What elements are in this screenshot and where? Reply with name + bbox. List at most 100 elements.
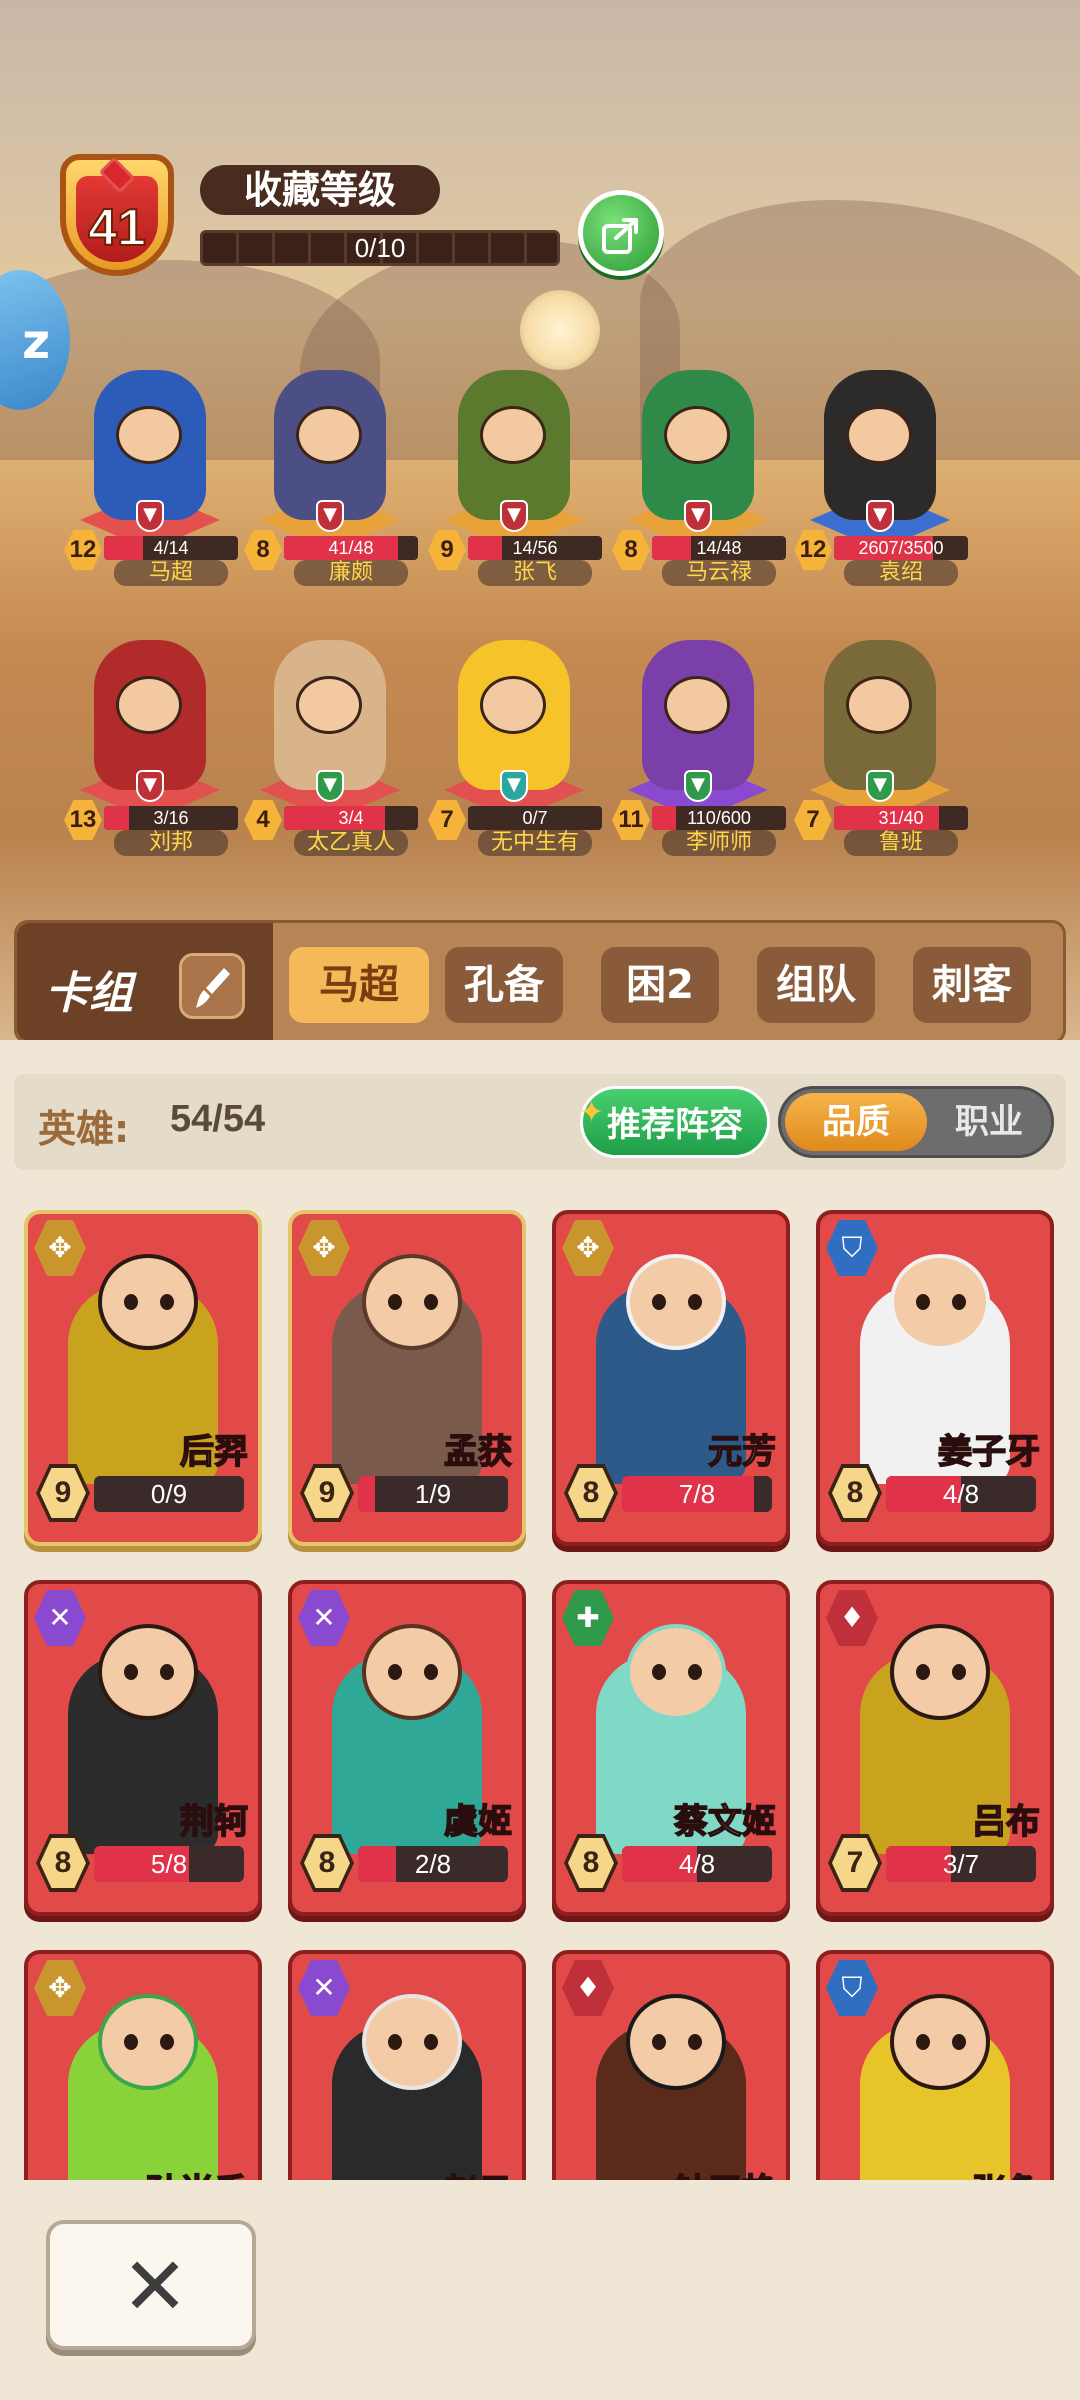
- featured-hero[interactable]: ▼ 7 0/7 无中生有: [424, 640, 604, 856]
- hero-card-progress-text: 3/7: [942, 1849, 980, 1879]
- hero-card-progress: 4/8: [622, 1846, 772, 1882]
- hero-card-progress-text: 1/9: [414, 1479, 452, 1509]
- featured-hero[interactable]: ▼ 12 4/14 马超: [60, 370, 240, 586]
- hero-progress-text: 4/14: [153, 538, 189, 558]
- hero-progress-bar: 2607/3500: [834, 536, 968, 560]
- featured-hero[interactable]: ▼ 12 2607/3500 袁绍: [790, 370, 970, 586]
- hero-progress-text: 14/56: [512, 538, 558, 558]
- share-icon: [602, 218, 638, 254]
- close-button[interactable]: ✕: [46, 2220, 256, 2350]
- hero-card-head: [890, 1624, 990, 1720]
- hero-level: 12: [794, 530, 832, 570]
- hero-name: 马超: [114, 560, 228, 586]
- hero-card[interactable]: ✕ 荆轲 8 5/8: [24, 1580, 262, 1916]
- hero-card-name: 元芳: [707, 1431, 777, 1473]
- hero-card[interactable]: ✥ 元芳 8 7/8: [552, 1210, 790, 1546]
- role-icon: ▼: [136, 500, 164, 532]
- plus-shield-icon: ✚: [562, 1590, 614, 1646]
- hero-card-head: [362, 1624, 462, 1720]
- featured-hero[interactable]: ▼ 8 14/48 马云禄: [608, 370, 788, 586]
- daggers-icon: ✕: [298, 1960, 350, 2016]
- hero-count-label: 英雄:: [38, 1107, 130, 1151]
- hero-card-head: [626, 1254, 726, 1350]
- hero-name: 鲁班: [844, 830, 958, 856]
- sort-option-quality[interactable]: 品质: [785, 1093, 927, 1151]
- featured-hero[interactable]: ▼ 11 110/600 李师师: [608, 640, 788, 856]
- role-icon: ▼: [866, 770, 894, 802]
- hero-level: 9: [428, 530, 466, 570]
- hero-progress-text: 41/48: [328, 538, 374, 558]
- deck-tab[interactable]: 组队: [757, 947, 875, 1023]
- role-icon: ▼: [866, 500, 894, 532]
- hero-name: 刘邦: [114, 830, 228, 856]
- hero-face: [846, 676, 912, 734]
- share-button[interactable]: [578, 190, 664, 276]
- hero-card-head: [362, 1994, 462, 2090]
- deck-edit-button[interactable]: [179, 953, 245, 1019]
- featured-hero[interactable]: ▼ 7 31/40 鲁班: [790, 640, 970, 856]
- sort-toggle[interactable]: 品质 职业: [778, 1086, 1054, 1158]
- daggers-icon: ✕: [34, 1590, 86, 1646]
- hero-card-name: 吕布: [971, 1801, 1041, 1843]
- hero-level: 7: [428, 800, 466, 840]
- hero-card[interactable]: ⛉ 张角: [816, 1950, 1054, 2180]
- sun-glow: [520, 290, 600, 370]
- hero-card-name: 张角: [971, 2164, 1041, 2180]
- hero-name: 廉颇: [294, 560, 408, 586]
- hero-name: 袁绍: [844, 560, 958, 586]
- hero-card-name: 蔡文姬: [673, 1801, 777, 1843]
- hero-card[interactable]: ✥ 后羿 9 0/9: [24, 1210, 262, 1546]
- collection-level-number: 41: [87, 198, 147, 258]
- deck-tab[interactable]: 马超: [289, 947, 429, 1023]
- deck-tab[interactable]: 困2: [601, 947, 719, 1023]
- collection-level-badge: 41: [42, 140, 192, 290]
- hero-card[interactable]: ✚ 蔡文姬 8 4/8: [552, 1580, 790, 1916]
- hero-progress-bar: 4/14: [104, 536, 238, 560]
- hero-card[interactable]: ⛉ 姜子牙 8 4/8: [816, 1210, 1054, 1546]
- crossbow-icon: ✥: [298, 1220, 350, 1276]
- hero-card[interactable]: ✕ 赵云: [288, 1950, 526, 2180]
- hero-card-progress-text: 2/8: [414, 1849, 452, 1879]
- hero-progress-text: 110/600: [687, 808, 751, 828]
- hero-progress-bar: 3/16: [104, 806, 238, 830]
- hero-count-bar: 英雄: 54/54 ✦ 推荐阵容 品质 职业: [14, 1074, 1066, 1170]
- sort-option-class[interactable]: 职业: [927, 1093, 1051, 1151]
- hero-progress-text: 14/48: [696, 538, 742, 558]
- hero-card-progress: 3/7: [886, 1846, 1036, 1882]
- role-icon: ▼: [684, 500, 712, 532]
- featured-hero[interactable]: ▼ 9 14/56 张飞: [424, 370, 604, 586]
- hero-card-progress: 5/8: [94, 1846, 244, 1882]
- hero-card-progress-text: 5/8: [150, 1849, 188, 1879]
- recommend-lineup-button[interactable]: ✦ 推荐阵容: [579, 1086, 770, 1158]
- hero-card-head: [626, 1994, 726, 2090]
- hero-card[interactable]: ✥ 孟获 9 1/9: [288, 1210, 526, 1546]
- hero-name: 马云禄: [662, 560, 776, 586]
- hero-card[interactable]: ♦ 吕布 7 3/7: [816, 1580, 1054, 1916]
- hero-level: 11: [612, 800, 650, 840]
- featured-hero[interactable]: ▼ 8 41/48 廉颇: [240, 370, 420, 586]
- deck-tab[interactable]: 孔备: [445, 947, 563, 1023]
- hero-progress-bar: 14/48: [652, 536, 786, 560]
- hero-card-head: [98, 1254, 198, 1350]
- hero-card[interactable]: ♦ 钟无艳: [552, 1950, 790, 2180]
- role-icon: ▼: [500, 770, 528, 802]
- deck-label: 卡组: [45, 968, 133, 1019]
- hero-level: 8: [244, 530, 282, 570]
- hero-face: [664, 406, 730, 464]
- hero-face: [846, 406, 912, 464]
- hero-level: 7: [794, 800, 832, 840]
- featured-hero[interactable]: ▼ 13 3/16 刘邦: [60, 640, 240, 856]
- hero-face: [116, 676, 182, 734]
- deck-tab[interactable]: 刺客: [913, 947, 1031, 1023]
- hero-progress-bar: 14/56: [468, 536, 602, 560]
- hero-card[interactable]: ✕ 虞姬 8 2/8: [288, 1580, 526, 1916]
- collection-progress-text: 0/10: [354, 233, 406, 263]
- role-icon: ▼: [684, 770, 712, 802]
- featured-hero[interactable]: ▼ 4 3/4 太乙真人: [240, 640, 420, 856]
- close-icon: ✕: [121, 2240, 189, 2333]
- hero-face: [116, 406, 182, 464]
- recommend-lineup-label: 推荐阵容: [607, 1105, 743, 1145]
- hero-card-name: 荆轲: [179, 1801, 249, 1843]
- hero-card-name: 孟获: [443, 1431, 513, 1473]
- hero-card[interactable]: ✥ 孙尚香: [24, 1950, 262, 2180]
